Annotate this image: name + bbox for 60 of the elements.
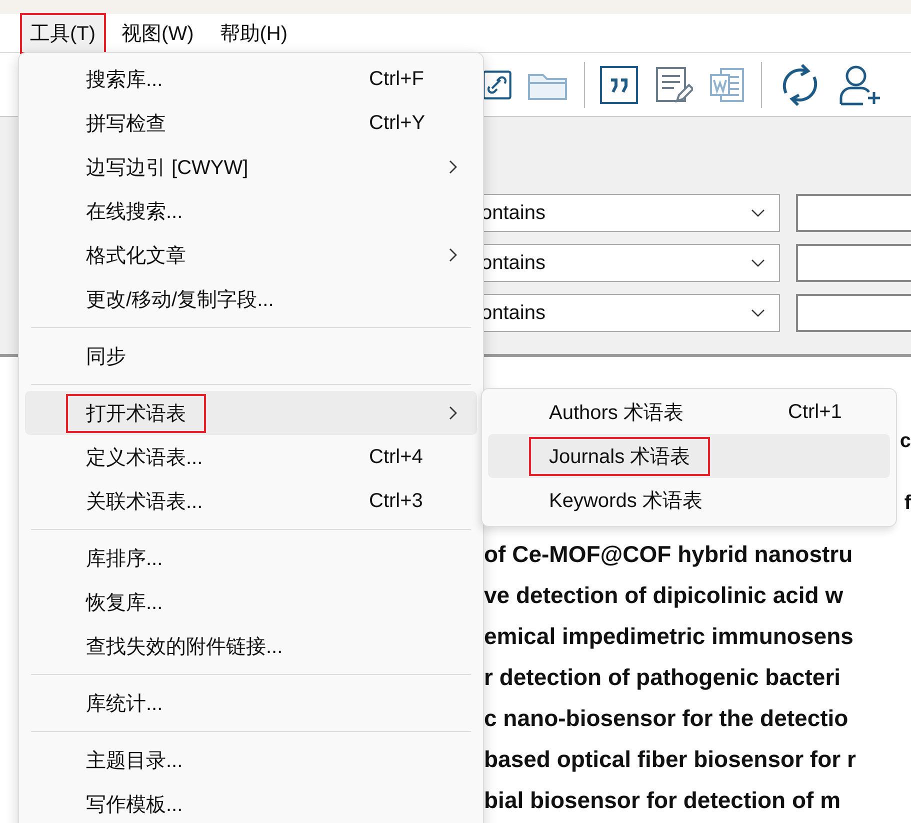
menu-item[interactable]: 拼写检查 Ctrl+Y xyxy=(25,101,477,145)
reference-title: of Ce-MOF@COF hybrid nanostru xyxy=(484,541,853,568)
shortcut-label: Ctrl+3 xyxy=(369,490,423,512)
menu-item-label: 恢复库... xyxy=(84,590,164,616)
menu-item[interactable]: 同步 xyxy=(25,334,477,378)
menu-item-label: 查找失效的附件链接... xyxy=(85,634,284,660)
menu-item-label: 在线搜索... xyxy=(85,200,184,224)
quote-icon[interactable] xyxy=(599,64,639,104)
shortcut-label: Ctrl+Y xyxy=(369,112,426,134)
menu-item[interactable]: 写作模板... xyxy=(25,782,477,823)
menu-item-label: 打开术语表 xyxy=(66,394,206,432)
menu-item[interactable]: 库排序... xyxy=(25,536,477,580)
chevron-down-icon xyxy=(751,209,765,217)
menu-item[interactable]: 搜索库... Ctrl+F xyxy=(25,57,477,101)
search-value-field[interactable] xyxy=(796,244,911,282)
reference-title: c nano-biosensor for the detectio xyxy=(484,705,848,732)
menu-item[interactable]: 关联术语表... Ctrl+3 xyxy=(25,479,477,523)
menu-item[interactable]: 主题目录... xyxy=(25,738,477,782)
submenu-item-label: Authors 术语表 xyxy=(548,400,684,426)
menu-item-label: 边写边引 [CWYW] xyxy=(85,156,250,180)
menu-item[interactable]: 库统计... xyxy=(25,681,477,725)
menu-bar-item[interactable]: 视图(W) xyxy=(112,12,204,54)
chevron-down-icon xyxy=(751,259,765,267)
menu-item[interactable]: 查找失效的附件链接... xyxy=(25,624,477,668)
reference-title: c xyxy=(900,430,911,454)
shortcut-label: Ctrl+1 xyxy=(788,400,842,424)
menu-item-label: 格式化文章 xyxy=(85,244,187,268)
submenu-item-label: Keywords 术语表 xyxy=(548,488,704,514)
submenu-item-label: Journals 术语表 xyxy=(529,436,710,476)
reference-title: ve detection of dipicolinic acid w xyxy=(484,582,844,609)
menu-item-label: 更改/移动/复制字段... xyxy=(85,288,275,312)
menu-item-label: 库统计... xyxy=(85,692,164,716)
shortcut-label: Ctrl+F xyxy=(369,68,424,90)
menu-item-label: 定义术语表... xyxy=(85,446,204,470)
menu-item[interactable]: 打开术语表 xyxy=(25,391,477,435)
submenu-item[interactable]: Authors 术语表 Ctrl+1 xyxy=(488,390,890,434)
search-value-field[interactable] xyxy=(796,194,911,232)
menu-item-label: 搜索库... xyxy=(85,68,164,92)
menu-item[interactable]: 恢复库... xyxy=(25,580,477,624)
menu-item-label: 拼写检查 xyxy=(85,112,167,136)
reference-title: emical impedimetric immunosens xyxy=(484,623,854,650)
chevron-down-icon xyxy=(751,309,765,317)
menu-item[interactable]: 边写边引 [CWYW] xyxy=(25,145,477,189)
search-value-field[interactable] xyxy=(796,294,911,332)
menu-item-label: 关联术语表... xyxy=(85,490,204,514)
menu-item-label: 主题目录... xyxy=(85,748,184,774)
reference-title: based optical fiber biosensor for r xyxy=(484,746,856,773)
menu-bar-item[interactable]: 工具(T) xyxy=(20,12,106,54)
menu-bar-item[interactable]: 帮助(H) xyxy=(210,12,298,54)
reference-title: bial biosensor for detection of m xyxy=(484,787,841,814)
menu-item-label: 写作模板... xyxy=(85,792,184,818)
submenu-item[interactable]: Journals 术语表 xyxy=(488,434,890,478)
reference-title: r detection of pathogenic bacteri xyxy=(484,664,841,691)
submenu-item[interactable]: Keywords 术语表 xyxy=(488,478,890,522)
menu-item[interactable]: 定义术语表... Ctrl+4 xyxy=(25,435,477,479)
edit-document-icon[interactable] xyxy=(653,64,693,104)
menu-item-label: 库排序... xyxy=(85,546,164,572)
shortcut-label: Ctrl+4 xyxy=(369,446,423,468)
menu-item-label: 同步 xyxy=(85,344,127,370)
reference-title: f xyxy=(904,492,911,515)
